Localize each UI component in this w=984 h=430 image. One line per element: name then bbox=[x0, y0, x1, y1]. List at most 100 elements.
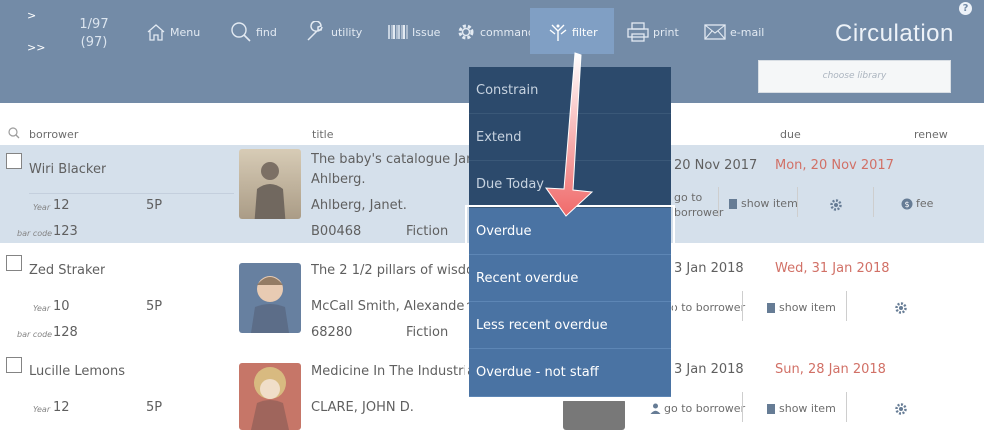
go-to-borrower-label: go to borrower bbox=[664, 402, 746, 415]
email-label: e-mail bbox=[730, 25, 765, 39]
borrower-barcode: 128 bbox=[53, 325, 78, 340]
item-author: CLARE, JOHN D. bbox=[311, 400, 414, 415]
row-checkbox[interactable] bbox=[6, 255, 22, 271]
find-button[interactable]: find bbox=[230, 22, 277, 42]
filter-icon bbox=[549, 24, 567, 41]
issue-date: 3 Jan 2018 bbox=[674, 362, 744, 377]
go-to-borrower-button[interactable]: go to borrower bbox=[650, 402, 745, 415]
book-cover-image bbox=[239, 263, 301, 333]
command-label: command bbox=[480, 25, 535, 39]
menu-button[interactable]: Menu bbox=[146, 22, 200, 42]
book-cover-image bbox=[239, 149, 301, 219]
utility-label: utility bbox=[331, 25, 363, 39]
go-to-borrower-label: go to borrower bbox=[664, 301, 746, 314]
show-item-button[interactable]: show item bbox=[766, 301, 836, 314]
record-total: (97) bbox=[80, 35, 108, 50]
borrower-name[interactable]: Wiri Blacker bbox=[29, 162, 106, 177]
library-selector[interactable]: choose library bbox=[758, 60, 951, 93]
person-icon bbox=[650, 403, 661, 414]
go-to-label: go to bbox=[674, 191, 703, 204]
search-icon bbox=[231, 22, 251, 42]
borrower-form: 5P bbox=[146, 299, 163, 314]
show-item-label: show item bbox=[779, 402, 836, 415]
envelope-icon bbox=[704, 24, 726, 40]
item-barcode: B00468 bbox=[311, 224, 362, 239]
due-date: Mon, 20 Nov 2017 bbox=[775, 158, 894, 173]
utility-button[interactable]: utility bbox=[305, 21, 363, 42]
last-record-button[interactable]: >> bbox=[27, 41, 45, 54]
show-item-label: show item bbox=[741, 197, 798, 210]
borrower-barcode: 123 bbox=[53, 224, 78, 239]
barcode-icon bbox=[388, 25, 408, 39]
item-genre: Fiction bbox=[406, 325, 449, 340]
printer-icon bbox=[627, 22, 649, 42]
gear-icon bbox=[458, 24, 474, 40]
show-item-button[interactable]: show item bbox=[728, 197, 798, 210]
svg-text:$: $ bbox=[904, 200, 909, 209]
page-title: Circulation bbox=[835, 20, 954, 47]
book-cover-image bbox=[239, 363, 301, 430]
email-button[interactable]: e-mail bbox=[704, 22, 764, 42]
show-item-button[interactable]: show item bbox=[766, 402, 836, 415]
row-checkbox[interactable] bbox=[6, 153, 22, 169]
menu-item-recent-overdue[interactable]: Recent overdue bbox=[469, 255, 671, 302]
menu-item-overdue-not-staff[interactable]: Overdue - not staff bbox=[469, 349, 671, 397]
year-label: Year bbox=[33, 304, 51, 313]
go-to-borrower-button[interactable]: go to borrower bbox=[664, 301, 745, 314]
borrower-name[interactable]: Lucille Lemons bbox=[29, 364, 125, 379]
issue-date: 20 Nov 2017 bbox=[674, 158, 758, 173]
issue-button[interactable]: Issue bbox=[388, 22, 440, 42]
command-button[interactable]: command bbox=[456, 22, 535, 42]
borrower-form: 5P bbox=[146, 400, 163, 415]
print-button[interactable]: print bbox=[627, 22, 679, 42]
issue-date: 3 Jan 2018 bbox=[674, 261, 744, 276]
column-header-due[interactable]: due bbox=[780, 128, 801, 141]
item-title[interactable]: The baby's catalogue Janet bbox=[311, 152, 471, 167]
settings-gear-icon[interactable] bbox=[894, 402, 908, 416]
column-header-borrower[interactable]: borrower bbox=[29, 128, 78, 141]
help-icon[interactable]: ? bbox=[959, 2, 972, 15]
find-label: find bbox=[256, 25, 277, 39]
menu-label: Menu bbox=[170, 25, 201, 39]
go-to-borrower-button[interactable]: go to borrower bbox=[674, 191, 723, 219]
search-column-icon[interactable] bbox=[8, 127, 20, 139]
borrower-name[interactable]: Zed Straker bbox=[29, 263, 105, 278]
year-label: Year bbox=[33, 405, 51, 414]
column-header-title[interactable]: title bbox=[312, 128, 334, 141]
record-position: 1/97 bbox=[79, 17, 109, 32]
wrench-icon bbox=[307, 21, 323, 41]
row-checkbox[interactable] bbox=[6, 357, 22, 373]
borrower-year: 12 bbox=[53, 198, 70, 213]
fee-label: fee bbox=[916, 197, 934, 210]
settings-gear-icon[interactable] bbox=[894, 301, 908, 315]
due-date: Wed, 31 Jan 2018 bbox=[775, 261, 890, 276]
second-cover-image bbox=[563, 399, 625, 430]
dollar-icon: $ bbox=[901, 198, 913, 209]
column-header-renew[interactable]: renew bbox=[914, 128, 948, 141]
item-title-continued: Ahlberg. bbox=[311, 172, 366, 187]
book-icon bbox=[767, 302, 775, 313]
pointer-arrow-icon bbox=[544, 52, 594, 217]
year-label: Year bbox=[33, 203, 51, 212]
item-author: McCall Smith, Alexander bbox=[311, 299, 470, 314]
item-title[interactable]: Medicine In The Industrial bbox=[311, 364, 471, 379]
show-item-label: show item bbox=[779, 301, 836, 314]
barcode-label: bar code bbox=[17, 229, 53, 238]
record-counter: 1/97 (97) bbox=[74, 16, 114, 52]
settings-gear-icon[interactable] bbox=[829, 198, 843, 212]
print-label: print bbox=[653, 25, 679, 39]
next-record-button[interactable]: > bbox=[27, 9, 36, 22]
filter-label: filter bbox=[572, 25, 598, 39]
due-date: Sun, 28 Jan 2018 bbox=[775, 362, 886, 377]
borrower-year: 10 bbox=[53, 299, 70, 314]
item-barcode: 68280 bbox=[311, 325, 353, 340]
filter-button[interactable]: filter bbox=[530, 8, 614, 54]
menu-item-less-recent-overdue[interactable]: Less recent overdue bbox=[469, 302, 671, 349]
book-icon bbox=[767, 403, 775, 414]
fee-button[interactable]: $ fee bbox=[901, 197, 933, 210]
item-title[interactable]: The 2 1/2 pillars of wisdom bbox=[311, 263, 471, 278]
borrower-word-label: borrower bbox=[674, 206, 724, 219]
borrower-year: 12 bbox=[53, 400, 70, 415]
book-icon bbox=[729, 198, 737, 209]
home-icon bbox=[147, 24, 165, 41]
